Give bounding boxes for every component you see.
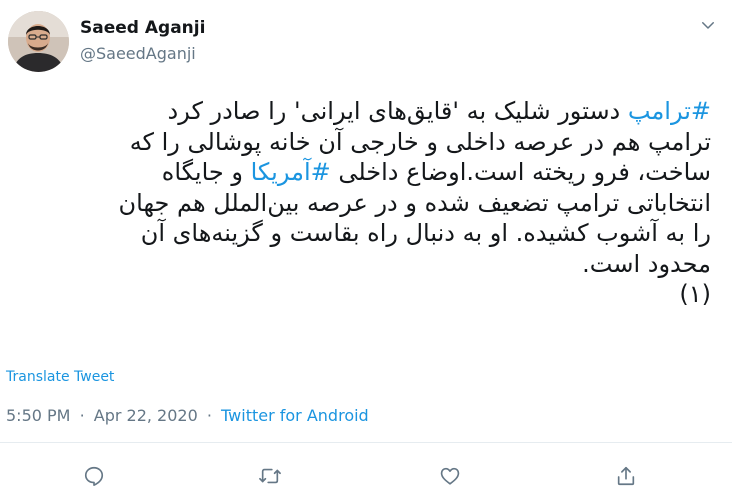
chevron-down-icon bbox=[699, 16, 717, 38]
translate-tweet-link[interactable]: Translate Tweet bbox=[6, 369, 114, 385]
tweet-card: Saeed Aganji @SaeedAganji #ترامپ دستور ش… bbox=[0, 0, 732, 503]
retweet-icon bbox=[258, 465, 282, 487]
tweet-text-segment: انتخاباتی ترامپ تضعیف شده و در عرصه بین‌… bbox=[118, 188, 712, 217]
meta-separator: · bbox=[79, 406, 85, 425]
avatar[interactable] bbox=[8, 11, 69, 72]
like-icon bbox=[439, 465, 461, 487]
tweet-line: محدود است. bbox=[5, 249, 711, 280]
tweet-line: (۱) bbox=[5, 279, 711, 310]
tweet-line: ساخت، فرو ریخته است.اوضاع داخلی #آمریکا … bbox=[5, 157, 711, 188]
tweet-line: انتخاباتی ترامپ تضعیف شده و در عرصه بین‌… bbox=[5, 188, 712, 219]
user-handle[interactable]: @SaeedAganji bbox=[80, 44, 196, 63]
tweet-source-link[interactable]: Twitter for Android bbox=[221, 406, 369, 425]
more-options-button[interactable] bbox=[693, 12, 723, 42]
tweet-line: ترامپ هم در عرصه داخلی و خارجی آن خانه پ… bbox=[5, 127, 711, 158]
tweet-text-segment: و جایگاه bbox=[161, 158, 251, 186]
divider bbox=[0, 442, 732, 443]
meta-separator: · bbox=[206, 406, 212, 425]
tweet-text: #ترامپ دستور شلیک به 'قایق‌های ایرانی' ر… bbox=[5, 96, 712, 310]
hashtag-link[interactable]: #ترامپ bbox=[628, 97, 711, 125]
tweet-text-segment: را به آشوب کشیده. او به دنبال راه بقاست … bbox=[140, 219, 711, 247]
reply-icon bbox=[83, 465, 105, 487]
tweet-time[interactable]: 5:50 PM bbox=[6, 406, 70, 425]
display-name[interactable]: Saeed Aganji bbox=[80, 18, 205, 38]
share-button[interactable] bbox=[613, 463, 639, 489]
tweet-line: #ترامپ دستور شلیک به 'قایق‌های ایرانی' ر… bbox=[5, 96, 711, 127]
tweet-date[interactable]: Apr 22, 2020 bbox=[94, 406, 198, 425]
like-button[interactable] bbox=[437, 463, 463, 489]
reply-button[interactable] bbox=[81, 463, 107, 489]
share-icon bbox=[615, 465, 637, 487]
tweet-text-segment: ساخت، فرو ریخته است.اوضاع داخلی bbox=[330, 158, 711, 186]
tweet-text-segment: دستور شلیک به 'قایق‌های ایرانی' را صادر … bbox=[167, 97, 628, 125]
hashtag-link[interactable]: #آمریکا bbox=[251, 158, 331, 186]
tweet-text-segment: (۱) bbox=[679, 280, 711, 308]
tweet-meta: 5:50 PM · Apr 22, 2020 · Twitter for And… bbox=[6, 406, 369, 425]
tweet-text-segment: محدود است. bbox=[582, 249, 711, 278]
retweet-button[interactable] bbox=[257, 463, 283, 489]
tweet-text-segment: ترامپ هم در عرصه داخلی و خارجی آن خانه پ… bbox=[129, 127, 711, 156]
tweet-line: را به آشوب کشیده. او به دنبال راه بقاست … bbox=[5, 218, 711, 249]
